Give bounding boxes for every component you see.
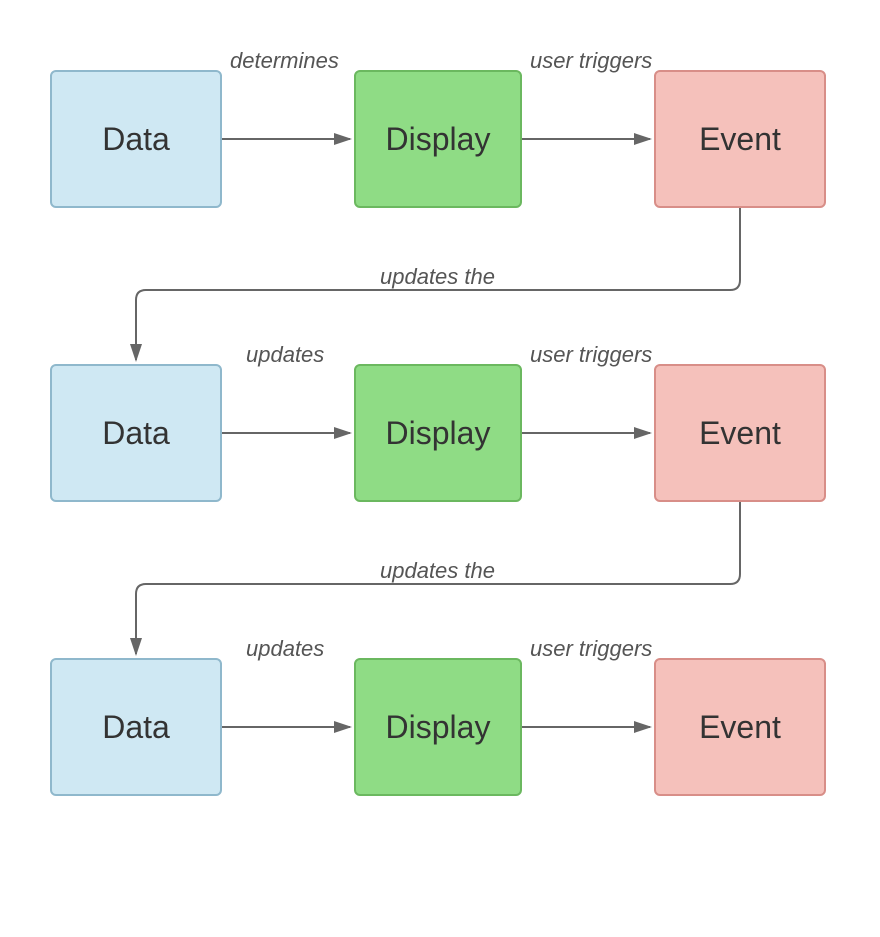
edge-label-return-1: updates the <box>380 264 495 290</box>
node-label: Data <box>102 415 170 452</box>
edge-label-data-display-row2: updates <box>246 342 324 368</box>
edge-label-display-event-row1: user triggers <box>530 48 652 74</box>
edge-label-return-2: updates the <box>380 558 495 584</box>
edge-label-display-event-row3: user triggers <box>530 636 652 662</box>
edge-label-display-event-row2: user triggers <box>530 342 652 368</box>
node-display-row1: Display <box>354 70 522 208</box>
node-display-row3: Display <box>354 658 522 796</box>
node-display-row2: Display <box>354 364 522 502</box>
node-label: Event <box>699 415 781 452</box>
node-event-row1: Event <box>654 70 826 208</box>
node-label: Event <box>699 121 781 158</box>
node-label: Data <box>102 121 170 158</box>
node-data-row2: Data <box>50 364 222 502</box>
edge-label-data-display-row3: updates <box>246 636 324 662</box>
edge-label-data-display-row1: determines <box>230 48 339 74</box>
node-event-row3: Event <box>654 658 826 796</box>
node-data-row1: Data <box>50 70 222 208</box>
node-label: Display <box>386 415 491 452</box>
diagram-canvas: Data Display Event determines user trigg… <box>0 0 880 937</box>
node-label: Display <box>386 709 491 746</box>
node-label: Event <box>699 709 781 746</box>
node-label: Data <box>102 709 170 746</box>
node-event-row2: Event <box>654 364 826 502</box>
node-data-row3: Data <box>50 658 222 796</box>
node-label: Display <box>386 121 491 158</box>
